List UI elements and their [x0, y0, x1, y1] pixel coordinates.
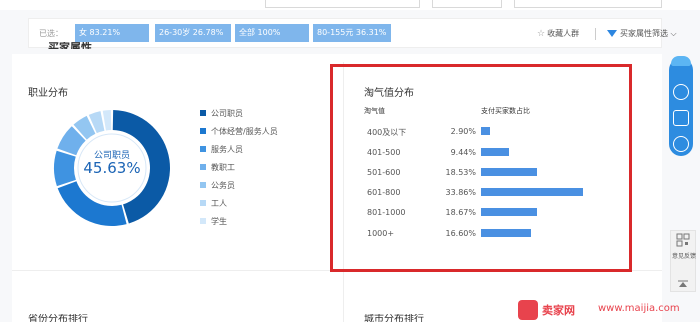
- chevron-down-icon: ⌵: [668, 29, 677, 38]
- legend-item[interactable]: 服务人员: [200, 144, 243, 155]
- legend-swatch: [200, 199, 206, 206]
- donut-slice[interactable]: [102, 110, 112, 131]
- filter-tag-age[interactable]: 26-30岁 26.78%: [155, 24, 231, 42]
- watermark-brand: 卖家网: [542, 304, 575, 317]
- donut-slice[interactable]: [57, 181, 127, 226]
- legend-label: 工人: [211, 199, 227, 208]
- watermark-site: www.maijia.com: [598, 303, 680, 314]
- legend-item[interactable]: 教职工: [200, 162, 235, 173]
- legend-swatch: [200, 163, 206, 170]
- donut-center-value: 45.63%: [83, 159, 141, 177]
- page: 已选： 女 83.21% 26-30岁 26.78% 全部 100% 80-15…: [0, 0, 700, 322]
- bell-icon[interactable]: [673, 84, 689, 100]
- chat-icon[interactable]: [673, 110, 689, 126]
- legend-swatch: [200, 109, 206, 116]
- filter-label: 已选：: [39, 29, 63, 38]
- legend-label: 服务人员: [211, 145, 243, 154]
- occupation-title: 职业分布: [28, 88, 68, 99]
- attribute-filter-button[interactable]: 买家属性筛选 ⌵: [607, 28, 677, 39]
- province-ranking-title: 省份分布排行: [28, 314, 88, 322]
- filter-tag-all[interactable]: 全部 100%: [235, 24, 309, 42]
- favorite-crowd-button[interactable]: ☆ 收藏人群: [537, 28, 579, 39]
- highlight-box: [330, 64, 632, 272]
- favorite-label: 收藏人群: [547, 29, 580, 38]
- filter-bar: 已选： 女 83.21% 26-30岁 26.78% 全部 100% 80-15…: [28, 18, 677, 48]
- legend-item[interactable]: 工人: [200, 198, 227, 209]
- filter-tag-gender[interactable]: 女 83.21%: [75, 24, 149, 42]
- funnel-icon: [607, 30, 617, 37]
- divider: [595, 28, 596, 40]
- legend-label: 个体经营/服务人员: [211, 127, 278, 136]
- top-button-box[interactable]: [432, 0, 502, 8]
- top-input-box[interactable]: [265, 0, 420, 8]
- legend-item[interactable]: 个体经营/服务人员: [200, 126, 278, 137]
- back-to-top-icon: [678, 280, 688, 287]
- star-icon: ☆: [537, 29, 546, 39]
- legend-label: 公司职员: [211, 109, 243, 118]
- watermark-logo: [518, 300, 538, 320]
- city-ranking-title: 城市分布排行: [364, 314, 424, 322]
- top-select-box[interactable]: [514, 0, 662, 8]
- legend-swatch: [200, 181, 206, 188]
- watermark: 卖家网 www.maijia.com: [518, 298, 700, 322]
- qr-code-icon: [676, 233, 690, 247]
- cloud-icon[interactable]: [671, 56, 691, 66]
- attribute-filter-label: 买家属性筛选: [620, 29, 668, 38]
- feedback-button[interactable]: 意见反馈: [670, 230, 696, 292]
- legend-item[interactable]: 学生: [200, 216, 227, 227]
- legend-label: 教职工: [211, 163, 235, 172]
- floating-toolbar: [669, 58, 693, 156]
- legend-label: 学生: [211, 217, 227, 226]
- filter-tag-price[interactable]: 80-155元 36.31%: [313, 24, 391, 42]
- section-title-buyer-attributes: 买家属性: [48, 42, 92, 49]
- clock-icon[interactable]: [673, 136, 689, 152]
- legend-swatch: [200, 217, 206, 224]
- feedback-label: 意见反馈: [672, 253, 697, 260]
- legend-item[interactable]: 公务员: [200, 180, 235, 191]
- legend-swatch: [200, 145, 206, 152]
- legend-item[interactable]: 公司职员: [200, 108, 243, 119]
- legend-swatch: [200, 127, 206, 134]
- legend-label: 公务员: [211, 181, 235, 190]
- top-strip: [0, 0, 700, 10]
